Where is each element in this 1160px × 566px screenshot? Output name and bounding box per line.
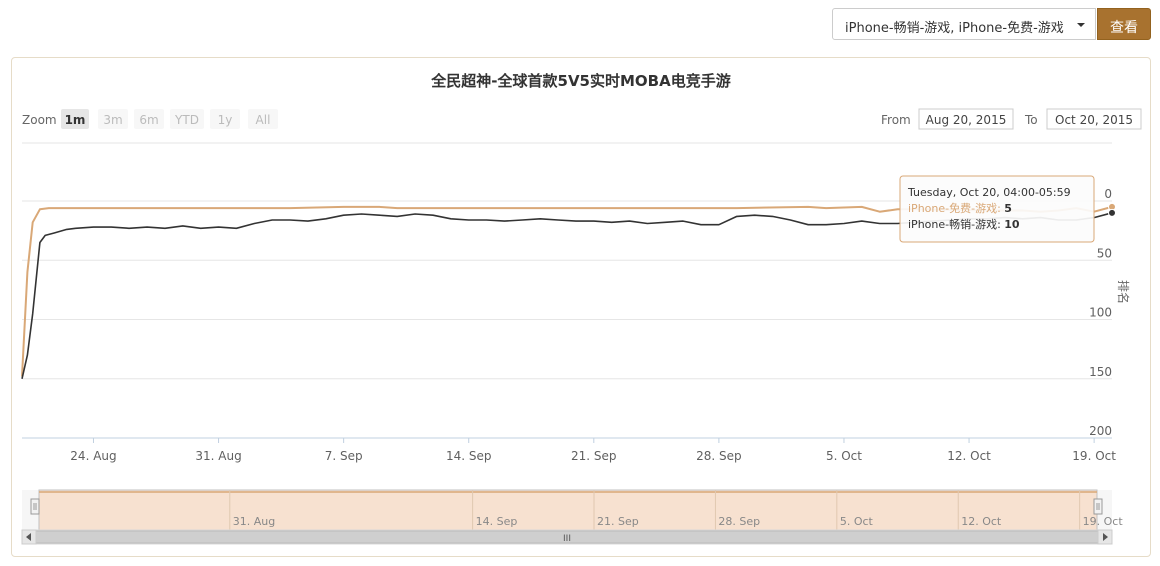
x-tick-label: 21. Sep [571,449,617,463]
to-date-value: Oct 20, 2015 [1055,113,1133,127]
zoom-button-label: 6m [139,113,158,127]
series-select-value: iPhone-畅销-游戏, iPhone-免费-游戏 [845,21,1064,36]
tooltip-row-grossing-value: 10 [1004,218,1020,231]
zoom-label: Zoom [22,113,57,127]
navigator-tick-label: 31. Aug [233,515,275,528]
filter-bar: iPhone-畅销-游戏, iPhone-免费-游戏 查看 [832,8,1152,42]
y-tick-label: 150 [1089,365,1112,379]
from-label: From [881,113,911,127]
tooltip-row-grossing-label: iPhone-畅销-游戏: [908,217,1001,231]
x-tick-label: 24. Aug [70,449,116,463]
chart-title: 全民超神-全球首款5V5实时MOBA电竞手游 [430,72,730,90]
scrollbar-grip: III [563,534,571,544]
zoom-button-label: 3m [103,113,122,127]
y-tick-label: 0 [1104,187,1112,201]
x-tick-label: 5. Oct [826,449,862,463]
tooltip: Tuesday, Oct 20, 04:00-05:59 iPhone-免费-游… [899,175,1095,243]
navigator-tick-label: 21. Sep [597,515,639,528]
chart-panel: 全民超神-全球首款5V5实时MOBA电竞手游 Zoom 1m 3m 6m YTD 1y A… [11,57,1151,557]
navigator-tick-label: 14. Sep [476,515,518,528]
navigator-selection[interactable] [38,489,1098,531]
chevron-down-icon [1077,23,1085,27]
series-marker-grossing [1108,208,1116,217]
x-tick-label: 31. Aug [195,449,241,463]
y-tick-label: 100 [1089,306,1112,320]
tooltip-row-free: iPhone-免费-游戏: 5 [908,201,1012,215]
x-tick-label: 28. Sep [696,449,742,463]
x-tick-label: 14. Sep [446,449,492,463]
y-tick-label: 50 [1097,246,1112,260]
to-label: To [1024,113,1038,127]
navigator-tick-label: 28. Sep [718,515,760,528]
series-select[interactable]: iPhone-畅销-游戏, iPhone-免费-游戏 [832,8,1096,40]
series-markers [1108,202,1116,217]
tooltip-row-grossing: iPhone-畅销-游戏: 10 [908,217,1020,231]
x-axis-ticks: 24. Aug 31. Aug 7. Sep 14. Sep 21. Sep 28. Se… [70,438,1116,463]
tooltip-row-free-value: 5 [1004,202,1012,215]
query-button[interactable]: 查看 [1097,8,1151,40]
navigator-tick-label: 5. Oct [840,515,874,528]
rank-chart: 全民超神-全球首款5V5实时MOBA电竞手游 Zoom 1m 3m 6m YTD 1y A… [21,72,1142,545]
navigator-tick-label: 19. Oct [1083,515,1124,528]
x-tick-label: 19. Oct [1072,449,1116,463]
navigator: 31. Aug 14. Sep 21. Sep 28. Sep 5. Oct 12. Oc… [22,489,1124,531]
navigator-tick-label: 12. Oct [961,515,1002,528]
from-date-value: Aug 20, 2015 [926,113,1007,127]
zoom-button-label: 1y [218,113,233,127]
zoom-buttons: 1m 3m 6m YTD 1y All [61,109,278,129]
scrollbar[interactable]: III [21,529,1113,545]
zoom-button-label: 1m [65,113,86,127]
tooltip-header: Tuesday, Oct 20, 04:00-05:59 [907,186,1071,199]
navigator-handle-left[interactable] [30,498,40,515]
zoom-button-label: All [256,113,271,127]
navigator-handle-right[interactable] [1093,498,1103,515]
tooltip-row-free-label: iPhone-免费-游戏: [908,201,1001,215]
y-tick-label: 200 [1089,424,1112,438]
x-tick-label: 12. Oct [947,449,991,463]
x-tick-label: 7. Sep [325,449,363,463]
zoom-button-label: YTD [174,113,199,127]
y-axis-label: 排名 [1116,280,1131,304]
